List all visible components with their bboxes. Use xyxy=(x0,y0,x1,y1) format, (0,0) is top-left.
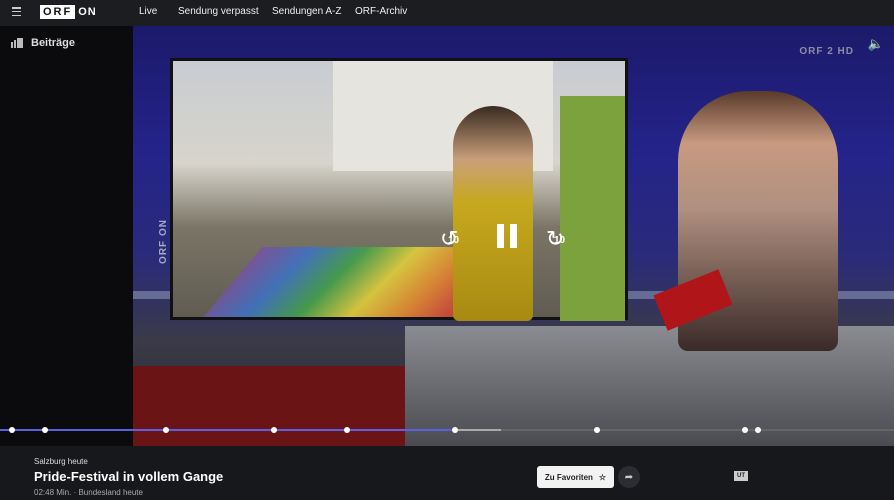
hamburger-menu-icon[interactable] xyxy=(12,7,21,16)
nav-sendungen-a-z[interactable]: Sendungen A-Z xyxy=(272,6,342,17)
share-button[interactable]: ➦ xyxy=(618,466,640,488)
pause-button[interactable] xyxy=(497,224,517,248)
studio-desk xyxy=(133,366,413,446)
episode-title: Pride-Festival in vollem Gange xyxy=(34,469,224,484)
share-icon: ➦ xyxy=(624,471,634,483)
watermark: ORF ON xyxy=(157,219,169,264)
chapter-marker[interactable] xyxy=(270,427,277,433)
star-icon: ☆ xyxy=(598,472,607,482)
volume-icon[interactable]: 🔈 xyxy=(868,36,884,52)
nav-sendung-verpasst[interactable]: Sendung verpasst xyxy=(178,6,259,17)
chapter-marker[interactable] xyxy=(452,427,459,433)
top-navigation: ORF ON Live Sendung verpasst Sendungen A-… xyxy=(0,0,894,26)
played-bar xyxy=(0,429,456,431)
episode-meta: 02:48 Min. · Bundesland heute xyxy=(34,488,143,497)
performer xyxy=(453,106,533,321)
favorite-label: Zu Favoriten xyxy=(544,472,593,482)
chapters-icon xyxy=(11,38,23,48)
subtitles-badge[interactable]: UT xyxy=(734,471,748,481)
skip-forward-button[interactable]: ↻ 10 xyxy=(546,226,565,252)
orf-on-logo[interactable]: ORF ON xyxy=(40,5,97,19)
nav-orf-archiv[interactable]: ORF-Archiv xyxy=(355,6,407,17)
video-player[interactable]: ORF 2 HD 🔈 ORF ON ↺ 10 ↻ 10 xyxy=(133,26,894,446)
channel-logo: ORF 2 HD xyxy=(799,46,854,57)
green-panel xyxy=(560,96,625,321)
studio-screen xyxy=(170,58,628,321)
chapter-marker[interactable] xyxy=(343,427,350,433)
beitraege-toggle[interactable]: Beiträge xyxy=(11,37,75,49)
nav-live[interactable]: Live xyxy=(139,6,157,17)
show-name[interactable]: Salzburg heute xyxy=(34,457,88,466)
add-favorite-button[interactable]: Zu Favoriten ☆ xyxy=(537,466,614,488)
skip-back-button[interactable]: ↺ 10 xyxy=(440,226,459,252)
chapter-sidebar xyxy=(0,26,133,446)
chapter-marker[interactable] xyxy=(741,427,748,433)
chapter-marker[interactable] xyxy=(8,427,15,433)
beitraege-label: Beiträge xyxy=(31,37,76,49)
chapter-marker[interactable] xyxy=(41,427,48,433)
